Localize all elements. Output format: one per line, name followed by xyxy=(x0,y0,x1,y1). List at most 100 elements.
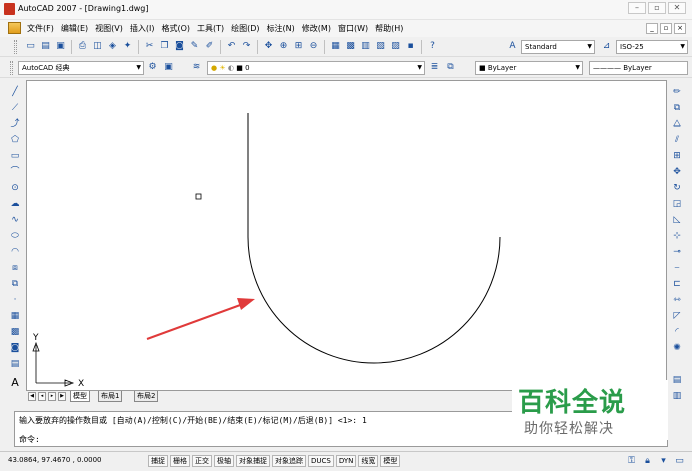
linetype-select[interactable]: ———— ByLayer xyxy=(589,61,688,75)
dim-style-select[interactable]: ISO-25 ▼ xyxy=(616,40,688,54)
polygon-icon[interactable]: ⬠ xyxy=(8,133,22,147)
otrack-toggle[interactable]: 对象追踪 xyxy=(272,455,306,467)
scale-icon[interactable]: ◲ xyxy=(670,197,684,211)
properties-panel-icon[interactable]: ▤ xyxy=(670,373,684,387)
polar-toggle[interactable]: 极轴 xyxy=(214,455,234,467)
make-block-icon[interactable]: ⧉ xyxy=(8,277,22,291)
chamfer-icon[interactable]: ◸ xyxy=(670,309,684,323)
minimize-button[interactable]: – xyxy=(628,2,646,14)
snap-toggle[interactable]: 捕捉 xyxy=(148,455,168,467)
markup-icon[interactable]: ▨ xyxy=(389,40,402,53)
offset-icon[interactable]: ⫽ xyxy=(670,133,684,147)
circle-icon[interactable]: ⊙ xyxy=(8,181,22,195)
trim-icon[interactable]: ⊹ xyxy=(670,229,684,243)
layer-select[interactable]: ● ☀ ◐ ■ 0 ▼ xyxy=(207,61,425,75)
workspace-select[interactable]: AutoCAD 经典 ▼ xyxy=(18,61,144,75)
hatch-icon[interactable]: ▦ xyxy=(8,309,22,323)
save-icon[interactable]: ▣ xyxy=(54,40,67,53)
drawing-canvas[interactable]: Y X xyxy=(26,80,667,391)
break-at-point-icon[interactable]: ⎯ xyxy=(670,261,684,275)
insert-block-icon[interactable]: ⧈ xyxy=(8,261,22,275)
maximize-button[interactable]: ▫ xyxy=(648,2,666,14)
move-icon[interactable]: ✥ xyxy=(670,165,684,179)
lineweight-toggle[interactable]: 线宽 xyxy=(358,455,379,467)
zoom-realtime-icon[interactable]: ⊕ xyxy=(277,40,290,53)
menu-view[interactable]: 视图(V) xyxy=(95,23,123,34)
layer-manager-icon[interactable]: ≋ xyxy=(190,61,203,74)
stretch-icon[interactable]: ◺ xyxy=(670,213,684,227)
menu-tools[interactable]: 工具(T) xyxy=(197,23,224,34)
plot-icon[interactable]: ✦ xyxy=(121,40,134,53)
document-icon[interactable] xyxy=(8,22,21,34)
prev-tab-icon[interactable]: ◂ xyxy=(38,392,46,401)
mirror-icon[interactable]: ⧋ xyxy=(670,117,684,131)
ortho-toggle[interactable]: 正交 xyxy=(192,455,212,467)
open-icon[interactable]: ▤ xyxy=(39,40,52,53)
region-icon[interactable]: ◙ xyxy=(8,341,22,355)
redo-icon[interactable]: ↷ xyxy=(240,40,253,53)
pan-icon[interactable]: ✥ xyxy=(262,40,275,53)
zoom-window-icon[interactable]: ⊞ xyxy=(292,40,305,53)
ellipse-arc-icon[interactable]: ◠ xyxy=(8,245,22,259)
close-button[interactable]: ✕ xyxy=(668,2,686,14)
lock-icon[interactable]: 🔒︎ xyxy=(641,455,654,468)
gradient-icon[interactable]: ▩ xyxy=(8,325,22,339)
construction-line-icon[interactable]: ⟋ xyxy=(8,101,22,115)
status-menu-icon[interactable]: ▾ xyxy=(657,455,670,468)
doc-close-button[interactable]: × xyxy=(674,23,686,34)
menu-dimension[interactable]: 标注(N) xyxy=(267,23,295,34)
fillet-icon[interactable]: ◜ xyxy=(670,325,684,339)
coordinate-readout[interactable]: 43.0864, 97.4670 , 0.0000 xyxy=(8,456,102,464)
text-style-select[interactable]: Standard ▼ xyxy=(521,40,595,54)
arc-icon[interactable]: ⌒ xyxy=(8,165,22,179)
u-shape-curve[interactable] xyxy=(247,113,501,364)
tab-layout1[interactable]: 布局1 xyxy=(98,391,123,402)
workspace-settings-icon[interactable]: ⚙ xyxy=(146,61,159,74)
osnap-toggle[interactable]: 对象捕捉 xyxy=(236,455,270,467)
first-tab-icon[interactable]: ◀ xyxy=(28,392,36,401)
explode-icon[interactable]: ✺ xyxy=(670,341,684,355)
help-icon[interactable]: ? xyxy=(426,40,439,53)
clean-screen-icon[interactable]: ▭ xyxy=(673,455,686,468)
communication-center-icon[interactable]: ⚿ xyxy=(625,455,638,468)
sheet-set-icon[interactable]: ▧ xyxy=(374,40,387,53)
publish-icon[interactable]: ◈ xyxy=(106,40,119,53)
print-icon[interactable]: ⎙ xyxy=(76,40,89,53)
ducs-toggle[interactable]: DUCS xyxy=(308,455,334,467)
array-icon[interactable]: ⊞ xyxy=(670,149,684,163)
model-toggle[interactable]: 模型 xyxy=(380,455,401,467)
dyn-toggle[interactable]: DYN xyxy=(335,455,357,467)
extend-icon[interactable]: ⊸ xyxy=(670,245,684,259)
rotate-icon[interactable]: ↻ xyxy=(670,181,684,195)
menu-insert[interactable]: 插入(I) xyxy=(130,23,155,34)
workspace-save-icon[interactable]: ▣ xyxy=(162,61,175,74)
new-icon[interactable]: ▭ xyxy=(24,40,37,53)
undo-icon[interactable]: ↶ xyxy=(225,40,238,53)
grid-toggle[interactable]: 栅格 xyxy=(170,455,190,467)
layer-states-icon[interactable]: ▥ xyxy=(670,389,684,403)
tab-layout2[interactable]: 布局2 xyxy=(134,391,159,402)
calculator-icon[interactable]: ▪ xyxy=(404,40,417,53)
multiline-text-icon[interactable]: A xyxy=(8,375,22,389)
zoom-previous-icon[interactable]: ⊖ xyxy=(307,40,320,53)
paste-icon[interactable]: ◙ xyxy=(173,40,186,53)
join-icon[interactable]: ⇿ xyxy=(670,293,684,307)
rectangle-icon[interactable]: ▭ xyxy=(8,149,22,163)
doc-restore-button[interactable]: ▫ xyxy=(660,23,672,34)
menu-modify[interactable]: 修改(M) xyxy=(302,23,331,34)
copy-object-icon[interactable]: ⧉ xyxy=(670,101,684,115)
autocad-app-icon[interactable] xyxy=(4,3,15,15)
make-current-layer-icon[interactable]: ≣ xyxy=(428,61,441,74)
cut-icon[interactable]: ✂ xyxy=(143,40,156,53)
toolbar-grip[interactable] xyxy=(14,40,17,54)
revision-cloud-icon[interactable]: ☁ xyxy=(8,197,22,211)
tab-model[interactable]: 模型 xyxy=(70,391,90,402)
spline-icon[interactable]: ∿ xyxy=(8,213,22,227)
command-prompt[interactable]: 命令: xyxy=(19,434,40,445)
design-center-icon[interactable]: ▩ xyxy=(344,40,357,53)
point-icon[interactable]: · xyxy=(8,293,22,307)
break-icon[interactable]: ⊏ xyxy=(670,277,684,291)
menu-format[interactable]: 格式(O) xyxy=(161,23,190,34)
doc-minimize-button[interactable]: _ xyxy=(646,23,658,34)
tool-palettes-icon[interactable]: ▥ xyxy=(359,40,372,53)
